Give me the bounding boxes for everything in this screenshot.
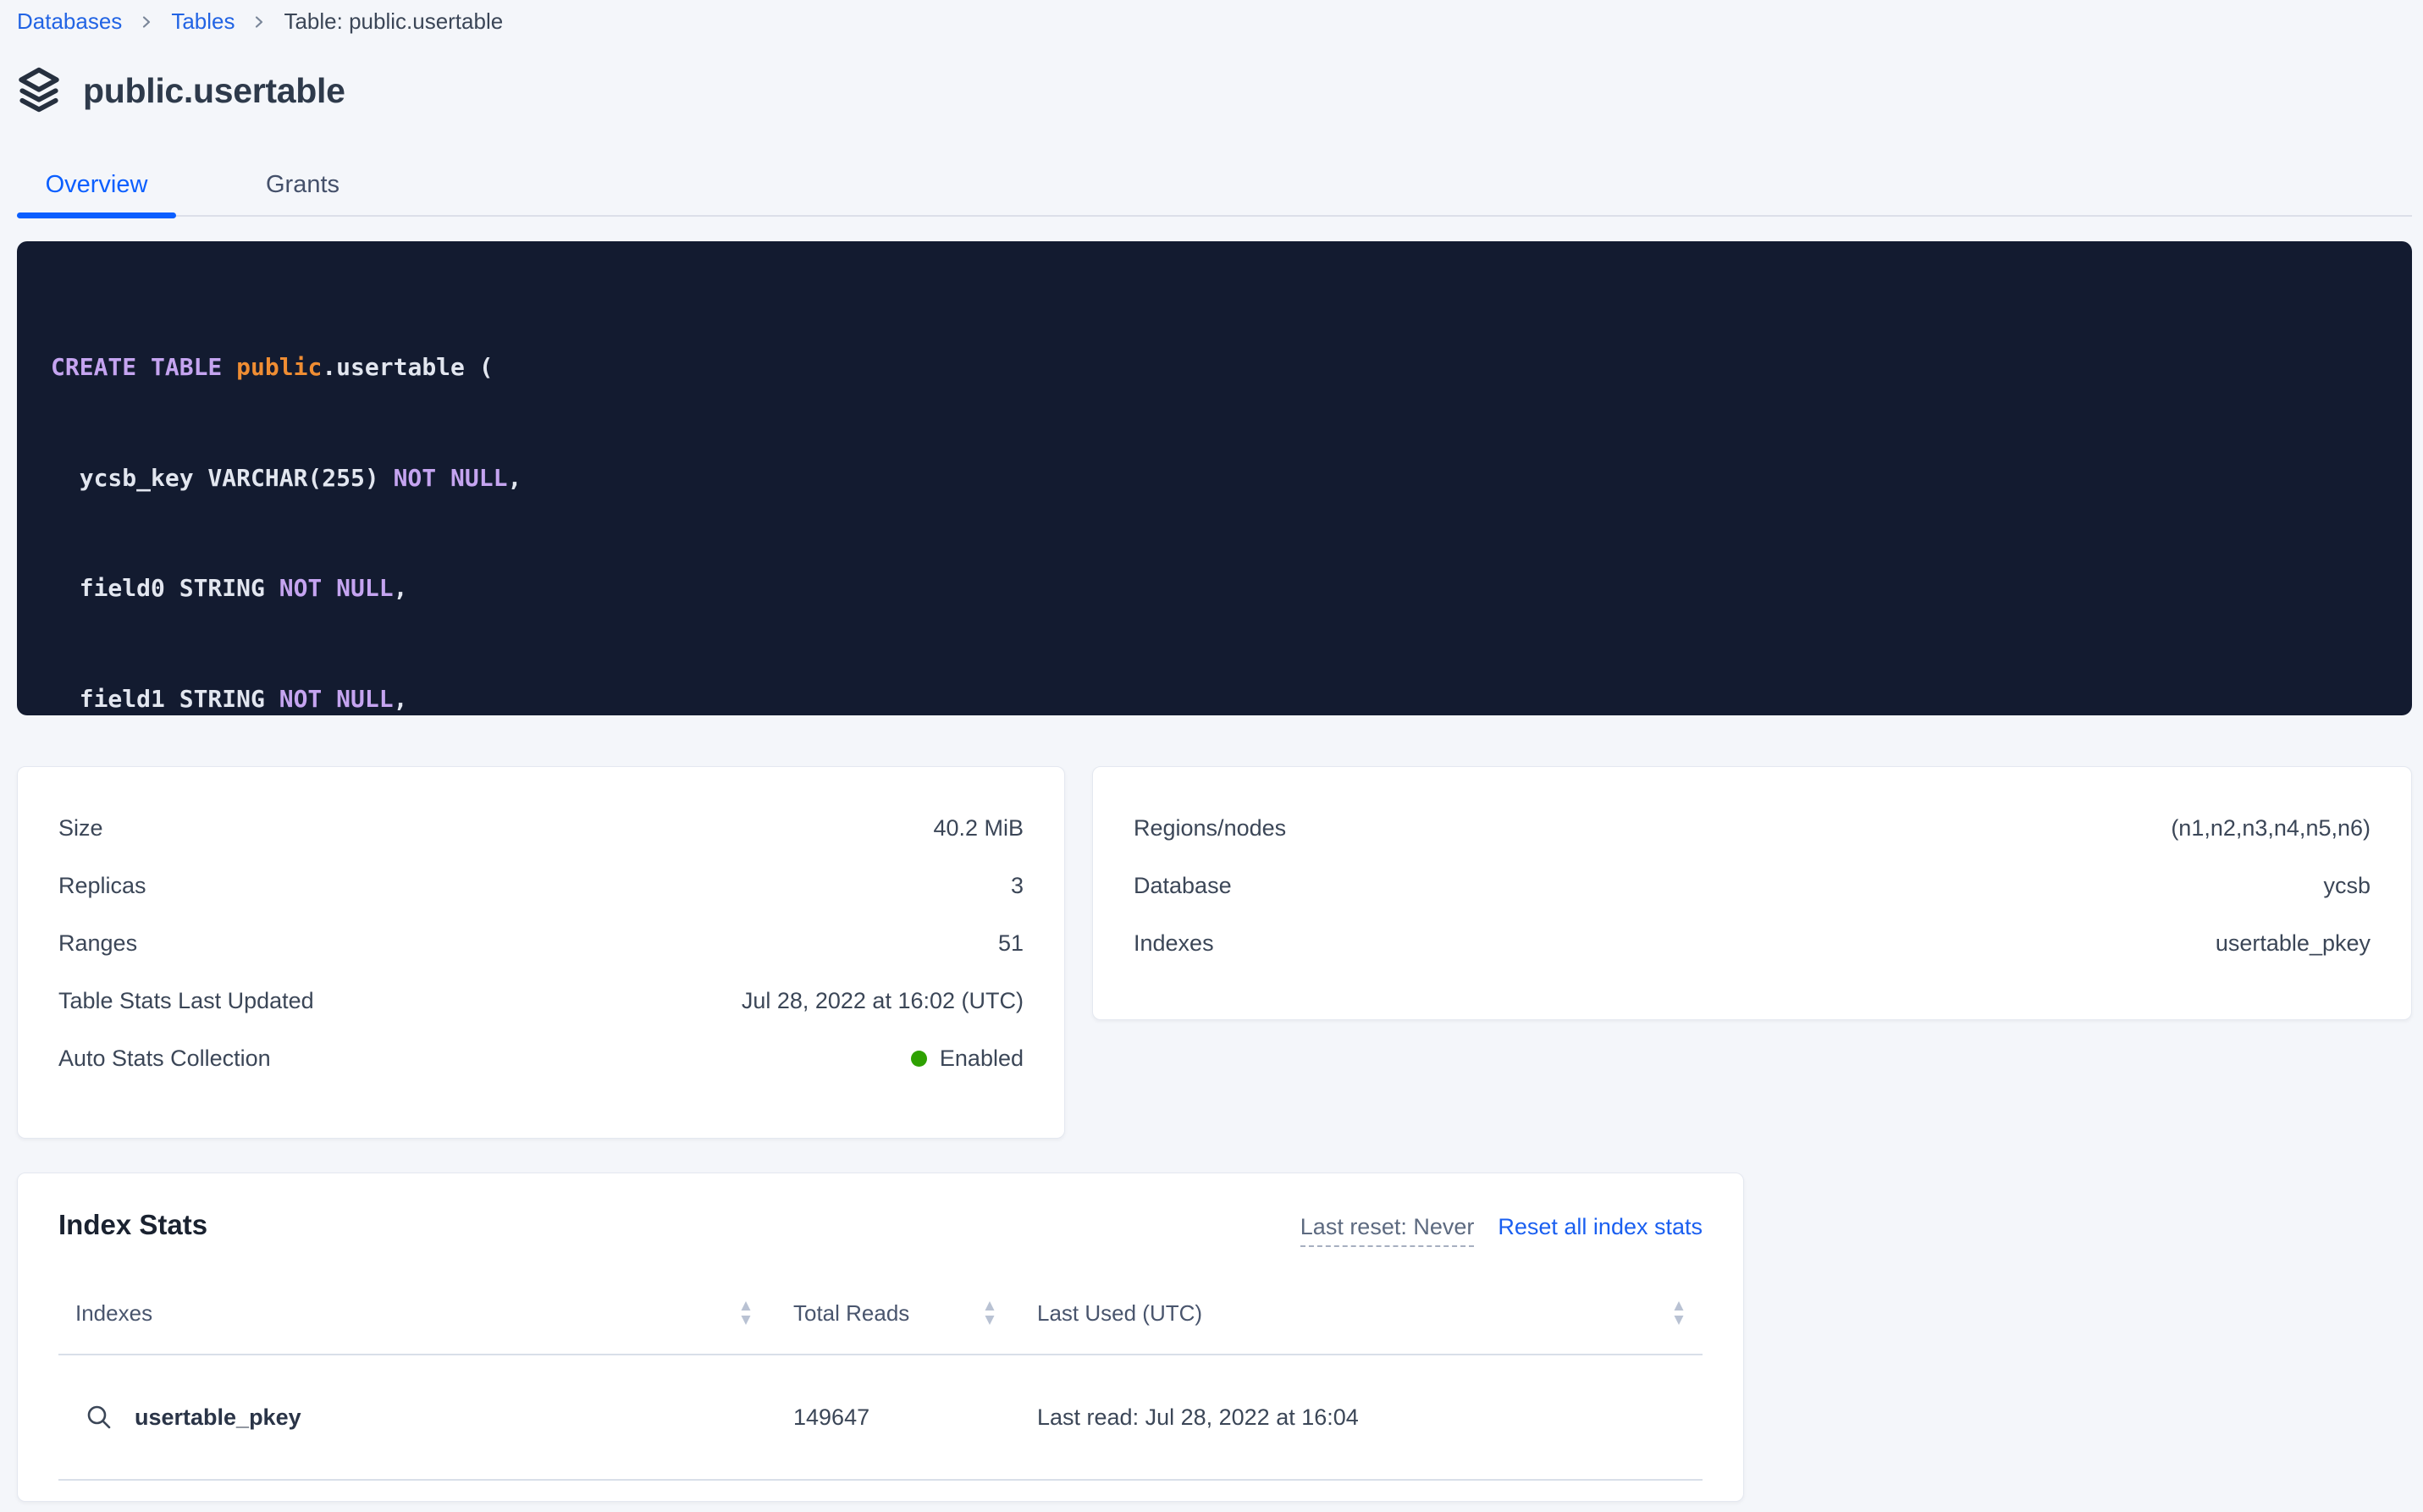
index-stats-card: Index Stats Last reset: Never Reset all … — [17, 1173, 1744, 1502]
stat-value: 51 — [998, 930, 1024, 957]
table-divider — [58, 1479, 1703, 1481]
sort-icon[interactable] — [1672, 1300, 1686, 1326]
create-table-sql-block: CREATE TABLE public.usertable ( ycsb_key… — [17, 241, 2412, 715]
sort-icon[interactable] — [739, 1300, 753, 1326]
stat-label: Indexes — [1134, 930, 1214, 957]
stat-row-replicas: Replicas 3 — [58, 857, 1024, 914]
index-name: usertable_pkey — [135, 1404, 301, 1431]
status-enabled-dot — [911, 1051, 927, 1067]
index-table-header: Indexes Total Reads Last Used (UTC) — [58, 1291, 1703, 1335]
stat-label: Table Stats Last Updated — [58, 988, 314, 1014]
breadcrumb-current: Table: public.usertable — [284, 8, 503, 35]
column-header-last-used: Last Used (UTC) — [1037, 1300, 1202, 1327]
stat-row-auto-stats: Auto Stats Collection Enabled — [58, 1029, 1024, 1087]
sort-icon[interactable] — [983, 1300, 996, 1326]
table-locality-card: Regions/nodes (n1,n2,n3,n4,n5,n6) Databa… — [1092, 766, 2412, 1020]
stat-row-stats-updated: Table Stats Last Updated Jul 28, 2022 at… — [58, 972, 1024, 1029]
stat-value: 40.2 MiB — [933, 815, 1024, 842]
stat-row-regions: Regions/nodes (n1,n2,n3,n4,n5,n6) — [1134, 799, 2371, 857]
stat-value: ycsb — [2323, 873, 2371, 899]
last-reset-label: Last reset: Never — [1300, 1214, 1475, 1247]
stat-row-database: Database ycsb — [1134, 857, 2371, 914]
index-last-used: Last read: Jul 28, 2022 at 16:04 — [1037, 1404, 1359, 1431]
column-header-total-reads: Total Reads — [793, 1300, 909, 1327]
sql-line: field1 STRING NOT NULL, — [51, 681, 2412, 716]
stat-value: Enabled — [911, 1046, 1024, 1072]
page-header: public.usertable — [15, 66, 345, 115]
index-stats-header: Index Stats Last reset: Never Reset all … — [58, 1209, 1703, 1247]
tab-grants[interactable]: Grants — [237, 154, 368, 215]
active-tab-underline — [17, 212, 176, 218]
tab-overview[interactable]: Overview — [17, 154, 176, 215]
stat-value: (n1,n2,n3,n4,n5,n6) — [2171, 815, 2371, 842]
table-details-card: Size 40.2 MiB Replicas 3 Ranges 51 Table… — [17, 766, 1065, 1139]
search-icon — [86, 1404, 113, 1431]
stat-row-indexes: Indexes usertable_pkey — [1134, 914, 2371, 972]
breadcrumb: Databases Tables Table: public.usertable — [17, 8, 503, 35]
tab-grants-label: Grants — [266, 171, 339, 199]
breadcrumb-link-databases[interactable]: Databases — [17, 8, 122, 35]
index-stats-title: Index Stats — [58, 1209, 207, 1241]
chevron-right-icon — [139, 14, 154, 30]
stat-label: Size — [58, 815, 103, 842]
index-total-reads: 149647 — [793, 1404, 869, 1431]
stat-label: Regions/nodes — [1134, 815, 1286, 842]
table-layers-icon — [15, 66, 63, 115]
stat-label: Replicas — [58, 873, 146, 899]
sql-line: CREATE TABLE public.usertable ( — [51, 349, 2412, 386]
stat-label: Auto Stats Collection — [58, 1046, 271, 1072]
column-header-indexes: Indexes — [75, 1300, 152, 1327]
stat-row-ranges: Ranges 51 — [58, 914, 1024, 972]
stat-value: usertable_pkey — [2216, 930, 2371, 957]
stat-label: Ranges — [58, 930, 137, 957]
page-title: public.usertable — [83, 71, 345, 111]
chevron-right-icon — [251, 14, 267, 30]
stat-row-size: Size 40.2 MiB — [58, 799, 1024, 857]
index-stats-row[interactable]: usertable_pkey 149647 Last read: Jul 28,… — [58, 1355, 1703, 1479]
tab-overview-label: Overview — [46, 171, 148, 199]
reset-index-stats-link[interactable]: Reset all index stats — [1498, 1214, 1703, 1240]
sql-line: field0 STRING NOT NULL, — [51, 570, 2412, 607]
tab-bar: Overview Grants — [17, 154, 2412, 217]
stat-label: Database — [1134, 873, 1232, 899]
breadcrumb-link-tables[interactable]: Tables — [171, 8, 235, 35]
stat-value: Jul 28, 2022 at 16:02 (UTC) — [742, 988, 1024, 1014]
sql-line: ycsb_key VARCHAR(255) NOT NULL, — [51, 460, 2412, 497]
stat-value: 3 — [1011, 873, 1024, 899]
